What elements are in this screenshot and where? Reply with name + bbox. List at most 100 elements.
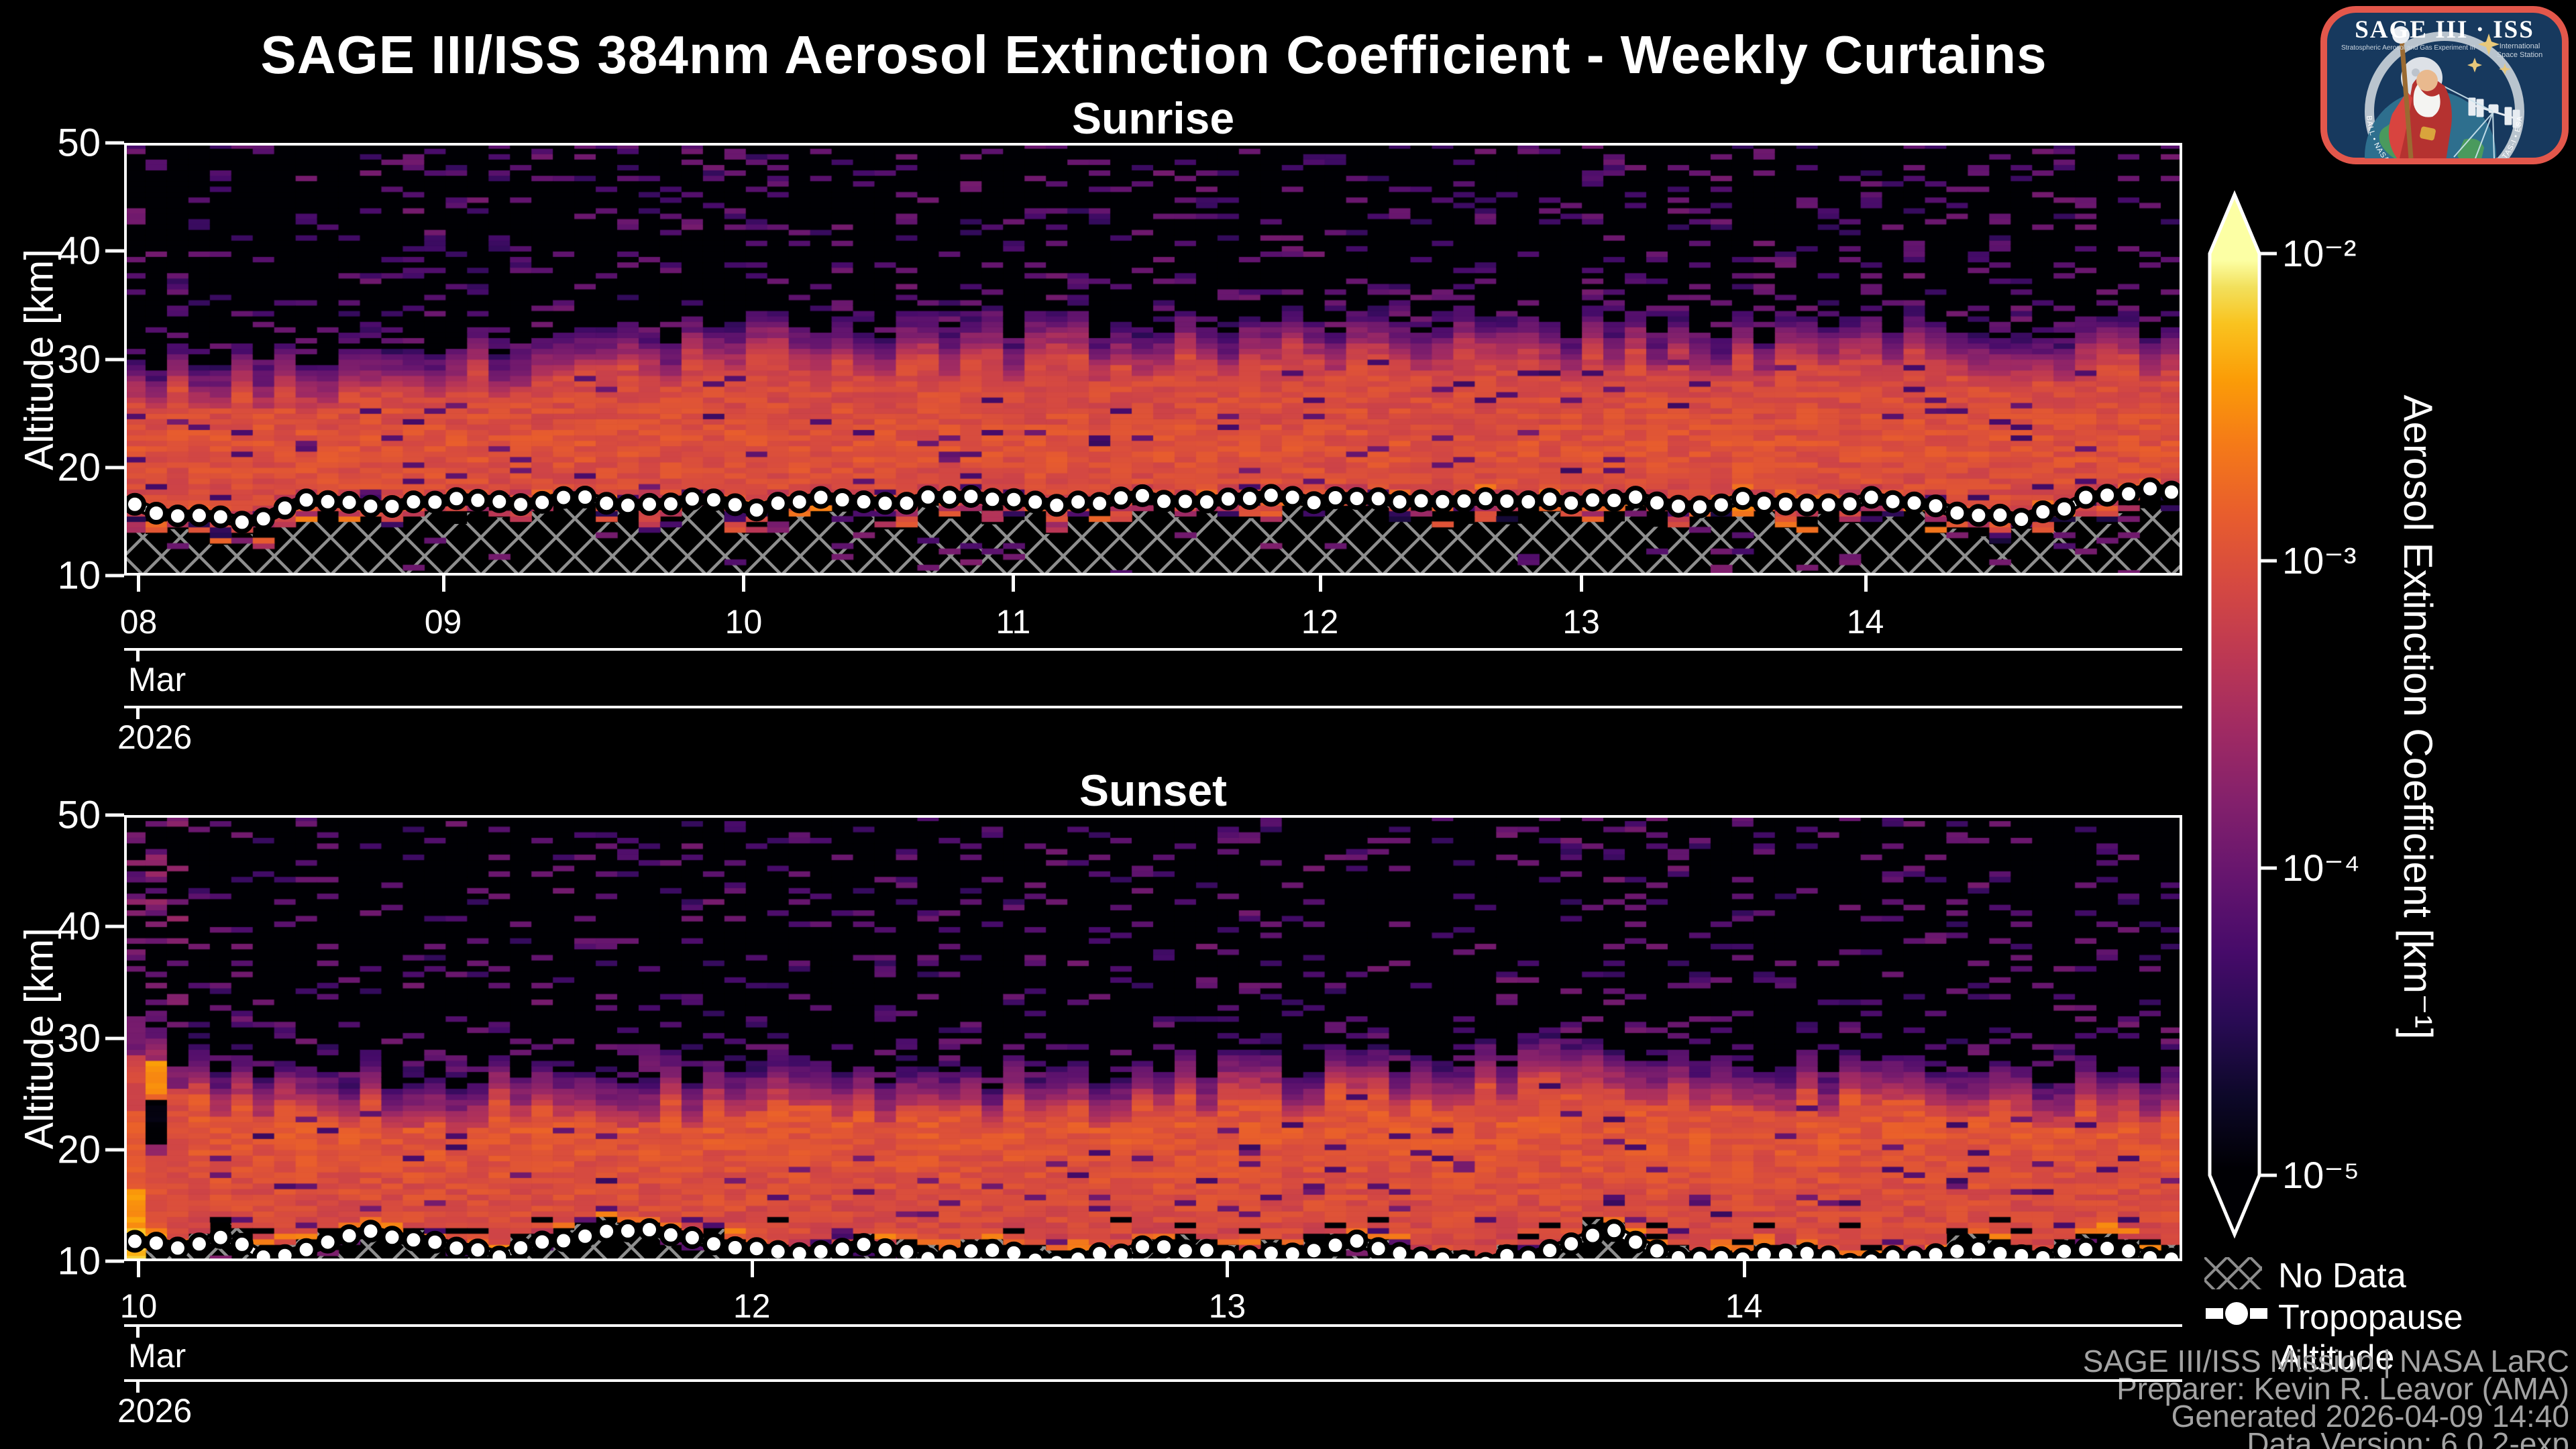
tropopause-dot — [1259, 484, 1283, 507]
year-axis-label: 2026 — [117, 1392, 193, 1430]
legend-no-data-swatch — [2204, 1257, 2262, 1289]
tropopause-dot — [1452, 489, 1476, 513]
tropopause-dot — [445, 1236, 468, 1260]
tropopause-dot — [766, 492, 790, 515]
tropopause-dot — [1195, 490, 1218, 514]
patch-subtitle-right2: Space Station — [2497, 51, 2543, 59]
month-axis-label: Mar — [128, 1337, 186, 1375]
tropopause-dot — [466, 1238, 490, 1261]
y-tick — [105, 141, 124, 145]
tropopause-dot — [916, 485, 940, 508]
tropopause-dot — [809, 486, 833, 509]
tropopause-dot — [1624, 486, 1648, 509]
tropopause-dot — [1216, 487, 1240, 511]
panel-spine — [124, 815, 2182, 1261]
panel-title-sunset: Sunset — [1079, 765, 1228, 815]
month-axis-line — [124, 648, 2182, 651]
tropopause-dot — [959, 485, 983, 508]
year-axis-tick — [136, 706, 140, 719]
y-tick — [105, 1148, 124, 1152]
tropopause-dot — [1409, 489, 1433, 513]
year-axis-tick — [136, 1379, 140, 1393]
tropopause-dot — [230, 1232, 254, 1256]
tropopause-dot — [1152, 490, 1175, 513]
tropopause-dot — [1752, 492, 1776, 515]
tropopause-dot — [595, 492, 619, 515]
x-tick — [441, 576, 445, 592]
patch-subtitle-left: Stratospheric Aerosol and Gas Experiment… — [2341, 44, 2475, 52]
colorbar-tick-label: 10⁻⁵ — [2282, 1154, 2360, 1196]
tropopause-dot — [1002, 488, 1026, 511]
tropopause-dot — [638, 1218, 661, 1241]
tropopause-dot — [2096, 484, 2119, 507]
tropopause-dot — [531, 1230, 554, 1254]
tropopause-dot — [2117, 1239, 2141, 1261]
tropopause-dot — [680, 487, 704, 511]
tropopause-dot — [2074, 486, 2098, 509]
tropopause-dot — [1924, 494, 1947, 518]
tropopause-dot — [2074, 1238, 2098, 1261]
tropopause-dot — [1173, 1239, 1197, 1261]
colorbar-bar — [2208, 190, 2261, 1239]
patch-title: SAGE III · ISS — [2355, 16, 2534, 44]
tropopause-dot — [337, 490, 361, 514]
tropopause-dot — [1795, 493, 1819, 517]
year-axis-line — [124, 1379, 2182, 1382]
x-tick — [1742, 1261, 1746, 1277]
tropopause-dot — [552, 486, 576, 509]
tropopause-dot — [1646, 1239, 1668, 1261]
y-tick-label: 30 — [57, 1016, 101, 1060]
x-tick — [750, 1261, 754, 1277]
patch-subtitle-right1: International — [2500, 42, 2540, 50]
tropopause-dot — [187, 504, 211, 527]
x-tick-label: 08 — [119, 603, 158, 641]
tropopause-dot — [702, 488, 725, 512]
tropopause-dot — [1131, 1235, 1154, 1258]
mission-patch-logo: BALL • NASA LANGLEY RESEARCH CENTER • TA… — [2320, 6, 2569, 164]
tropopause-dot — [702, 1232, 725, 1256]
x-tick-label: 09 — [424, 603, 462, 641]
tropopause-dot — [938, 486, 961, 509]
month-axis-tick — [136, 1324, 140, 1338]
month-axis-label: Mar — [128, 661, 186, 698]
x-tick — [137, 1261, 141, 1277]
tropopause-dot — [1560, 1232, 1583, 1256]
x-tick-label: 12 — [733, 1287, 771, 1325]
tropopause-dot — [509, 1236, 533, 1260]
colorbar — [2208, 190, 2277, 1239]
heatmap-panel-sunrise — [124, 143, 2182, 576]
tropopause-dot — [1345, 1229, 1368, 1252]
tropopause-dot — [294, 1238, 318, 1261]
tropopause-dot — [873, 492, 897, 515]
tropopause-dot — [1067, 490, 1090, 514]
tropopause-dot — [1945, 1240, 1969, 1261]
y-tick — [105, 574, 124, 578]
tropopause-dot — [788, 490, 811, 514]
tropopause-dot — [1881, 490, 1904, 513]
tropopause-dot — [1967, 504, 1990, 527]
x-tick — [742, 576, 746, 592]
tropopause-dot — [316, 490, 339, 513]
tropopause-dot — [830, 1238, 854, 1261]
heatmap-panel-sunset — [124, 815, 2182, 1261]
tropopause-dot — [359, 494, 382, 518]
year-axis-label: 2026 — [117, 718, 193, 756]
tropopause-dot — [1581, 1224, 1605, 1247]
tropopause-dot — [552, 1229, 576, 1252]
x-tick — [1580, 576, 1584, 592]
tropopause-dot — [1988, 503, 2012, 527]
tropopause-dot — [809, 1240, 833, 1261]
tropopause-dot — [745, 1237, 768, 1260]
tropopause-dot — [638, 492, 661, 516]
tropopause-dot — [959, 1239, 983, 1261]
y-tick — [105, 466, 124, 470]
month-axis-tick — [136, 648, 140, 661]
tropopause-dot — [1302, 1239, 1326, 1261]
tropopause-dot — [124, 492, 146, 516]
x-tick — [1318, 576, 1322, 592]
tropopause-dot — [659, 492, 682, 516]
x-tick-label: 12 — [1301, 603, 1339, 641]
tropopause-dot — [1131, 484, 1154, 507]
y-tick — [105, 249, 124, 253]
x-tick-label: 10 — [119, 1287, 158, 1325]
